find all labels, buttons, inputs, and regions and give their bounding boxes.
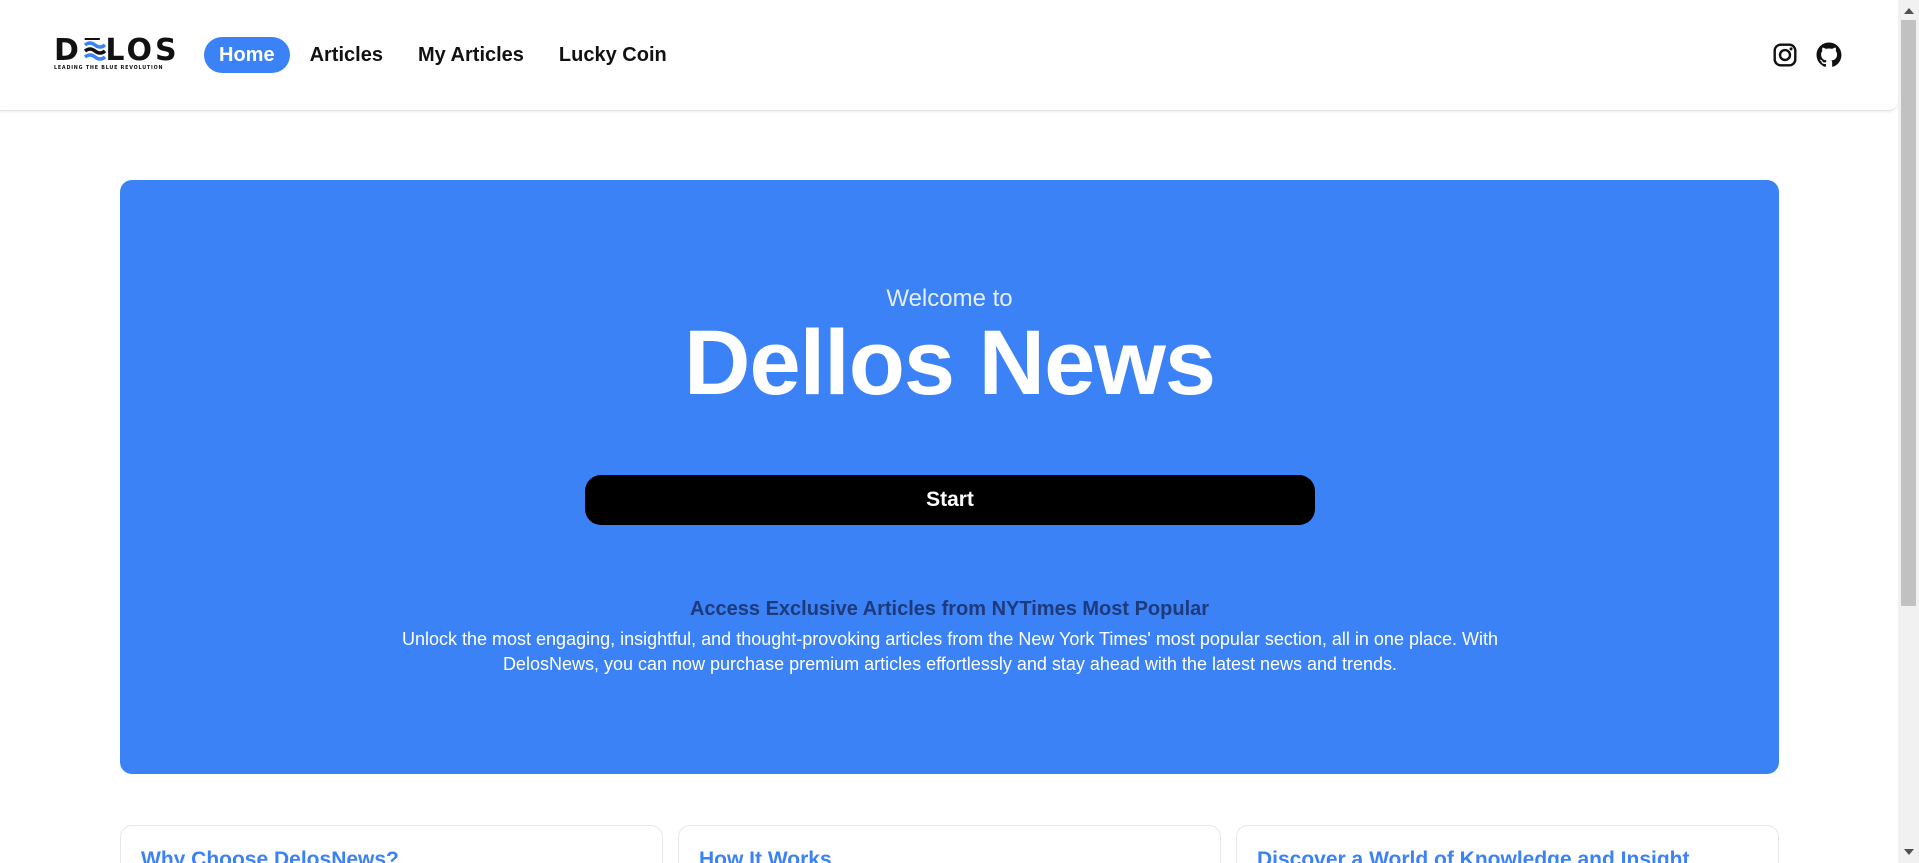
delos-logo[interactable]: DELOS LEADING THE BLUE REVOLUTION: [54, 36, 177, 74]
top-header: DELOS LEADING THE BLUE REVOLUTION Home A…: [0, 0, 1898, 111]
card-title: How It Works: [699, 848, 832, 863]
github-icon[interactable]: [1816, 42, 1842, 68]
hero-subtitle: Access Exclusive Articles from NYTimes M…: [689, 598, 1210, 620]
scroll-thumb[interactable]: [1901, 20, 1916, 606]
feature-card-why: Why Choose DelosNews?: [120, 825, 663, 863]
card-title: Discover a World of Knowledge and Insigh…: [1257, 848, 1690, 863]
card-title: Why Choose DelosNews?: [141, 848, 399, 863]
nav-articles[interactable]: Articles: [295, 37, 398, 73]
nav-home[interactable]: Home: [204, 37, 290, 73]
page: DELOS LEADING THE BLUE REVOLUTION Home A…: [0, 0, 1919, 863]
feature-card-how: How It Works: [678, 825, 1221, 863]
main-nav: Home Articles My Articles Lucky Coin: [204, 37, 687, 73]
start-button[interactable]: Start: [585, 475, 1315, 525]
feature-card-discover: Discover a World of Knowledge and Insigh…: [1236, 825, 1779, 863]
nav-my-articles[interactable]: My Articles: [403, 37, 539, 73]
logo-tagline: LEADING THE BLUE REVOLUTION: [54, 66, 164, 71]
hero-banner: Welcome to Dellos News Start Access Excl…: [120, 180, 1779, 774]
nav-lucky-coin[interactable]: Lucky Coin: [544, 37, 682, 73]
instagram-icon[interactable]: [1772, 42, 1798, 68]
scroll-up-arrow-icon[interactable]: [1904, 8, 1914, 14]
hero-description: Unlock the most engaging, insightful, an…: [401, 629, 1498, 674]
vertical-scrollbar[interactable]: [1898, 0, 1919, 863]
logo-wordmark: DELOS: [54, 33, 180, 68]
waves-icon: [84, 40, 106, 62]
scroll-down-arrow-icon[interactable]: [1904, 849, 1914, 855]
hero-title: Dellos News: [684, 312, 1216, 414]
